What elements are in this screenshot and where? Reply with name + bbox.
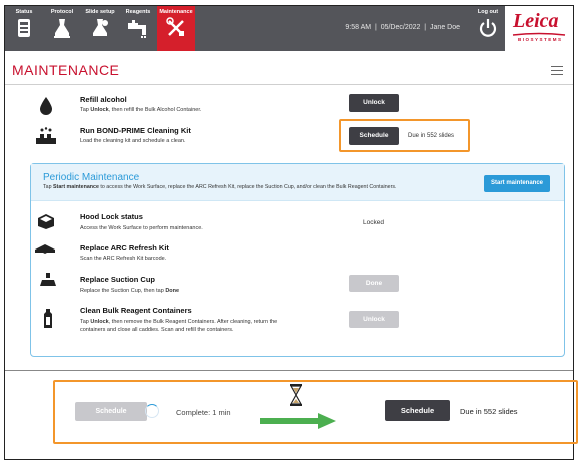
arc-refresh-title: Replace ARC Refresh Kit (80, 243, 169, 252)
header-divider: | (373, 24, 379, 31)
schedule-button-enabled[interactable]: Schedule (385, 400, 450, 421)
status-icon (18, 19, 30, 37)
logo-subtitle: BIOSYSTEMS (518, 37, 563, 42)
logout-button[interactable]: Log out (471, 6, 505, 51)
periodic-desc: Tap Start maintenance to access the Work… (43, 184, 397, 190)
refill-alcohol-title: Refill alcohol (80, 95, 127, 104)
bond-prime-desc: Load the cleaning kit and schedule a cle… (80, 138, 186, 144)
protocol-icon (54, 19, 70, 38)
bulk-container-icon (44, 309, 52, 328)
nav-slide-setup[interactable]: Slide setup (81, 6, 119, 51)
bulk-reagent-desc-line2: containers and close all caddies. Scan a… (80, 327, 234, 333)
refill-unlock-button[interactable]: Unlock (349, 94, 399, 112)
top-nav-bar: Status Protocol Slide setup Reagents Mai… (5, 6, 573, 51)
nav-reagents[interactable]: Reagents (119, 6, 157, 51)
section-separator (5, 370, 573, 371)
hood-lock-status: Locked (363, 219, 384, 226)
header-divider: | (422, 24, 429, 31)
cleaning-kit-icon (36, 127, 56, 144)
bond-due-text: Due in 552 slides (408, 133, 455, 139)
schedule-due-text: Due in 552 slides (460, 407, 518, 416)
logout-label: Log out (477, 9, 499, 15)
schedule-button-disabled: Schedule (75, 402, 147, 421)
bond-prime-title: Run BOND-PRIME Cleaning Kit (80, 126, 191, 135)
hood-lock-icon (38, 214, 54, 229)
green-arrow-icon (260, 413, 336, 429)
suction-done-button[interactable]: Done (349, 275, 399, 292)
hood-lock-title: Hood Lock status (80, 212, 143, 221)
nav-status-label: Status (15, 9, 33, 15)
nav-protocol[interactable]: Protocol (43, 6, 81, 51)
header-time: 9:58 AM (345, 24, 372, 31)
nav-slide-setup-label: Slide setup (85, 9, 115, 15)
bulk-unlock-button[interactable]: Unlock (349, 311, 399, 328)
hood-lock-desc: Access the Work Surface to perform maint… (80, 225, 203, 231)
arc-refresh-desc: Scan the ARC Refresh Kit barcode. (80, 256, 167, 262)
alcohol-drop-icon (40, 97, 52, 115)
progress-spinner-icon (145, 404, 159, 418)
maintenance-icon (166, 17, 184, 36)
slide-setup-icon (93, 19, 108, 36)
nav-maintenance[interactable]: Maintenance (157, 6, 195, 51)
bulk-reagent-title: Clean Bulk Reagent Containers (80, 306, 192, 315)
logout-icon (479, 19, 497, 37)
title-divider (5, 84, 573, 85)
complete-status-text: Complete: 1 min (176, 408, 231, 417)
nav-maintenance-label: Maintenance (159, 9, 193, 15)
header-date: 05/Dec/2022 (380, 24, 421, 31)
periodic-title: Periodic Maintenance (43, 172, 140, 183)
reagents-icon (128, 20, 146, 38)
suction-cup-icon (40, 273, 56, 286)
logo-wordmark: Leica (513, 10, 559, 32)
refill-alcohol-desc: Tap Unlock, then refill the Bulk Alcohol… (80, 107, 202, 113)
nav-reagents-label: Reagents (125, 9, 151, 15)
leica-logo: Leica BIOSYSTEMS (505, 6, 573, 51)
header-user: Jane Doe (430, 24, 460, 31)
arc-refresh-kit-icon (35, 244, 55, 254)
nav-protocol-label: Protocol (50, 9, 74, 15)
bond-schedule-button[interactable]: Schedule (349, 127, 399, 145)
nav-status[interactable]: Status (5, 6, 43, 51)
hamburger-menu-icon[interactable] (551, 66, 563, 78)
hourglass-icon (289, 384, 303, 406)
start-maintenance-button[interactable]: Start maintenance (484, 175, 550, 192)
bulk-reagent-desc-line1: Tap Unlock, then remove the Bulk Reagent… (80, 319, 278, 325)
suction-cup-title: Replace Suction Cup (80, 275, 156, 284)
header-info: 9:58 AM | 05/Dec/2022 | Jane Doe (345, 24, 460, 31)
page-title: MAINTENANCE (12, 62, 120, 78)
suction-cup-desc: Replace the Suction Cup, then tap Done (80, 288, 180, 294)
